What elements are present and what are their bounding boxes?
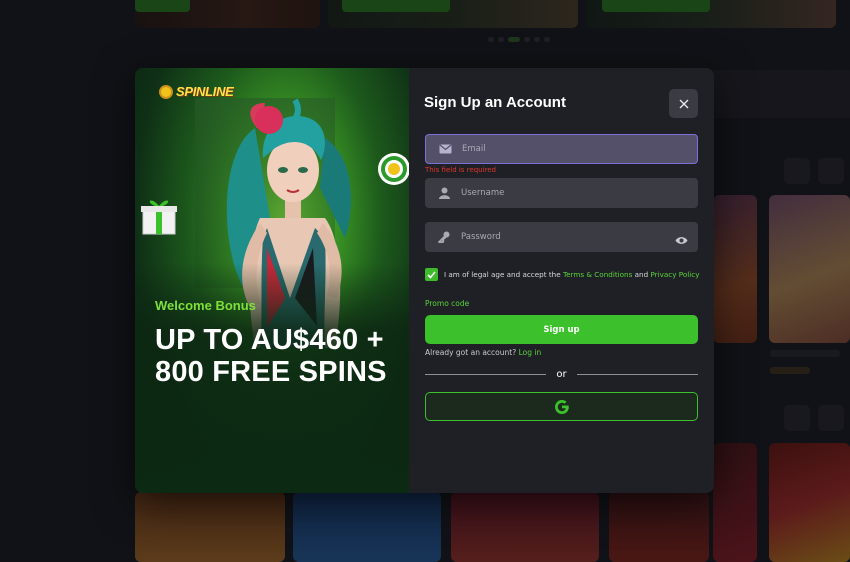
login-prompt: Already got an account? Log in — [425, 348, 542, 357]
close-button[interactable] — [669, 89, 698, 118]
form-title: Sign Up an Account — [424, 94, 566, 111]
login-link[interactable]: Log in — [519, 348, 542, 357]
email-placeholder: Email — [462, 144, 486, 154]
terms-link[interactable]: Terms & Conditions — [563, 270, 632, 279]
promo-code-link[interactable]: Promo code — [425, 299, 469, 308]
show-password-icon[interactable] — [675, 230, 688, 249]
gift-icon — [141, 200, 177, 235]
email-error: This field is required — [425, 166, 497, 174]
key-icon — [437, 230, 451, 244]
legal-consent-row: I am of legal age and accept the Terms &… — [425, 268, 699, 281]
mail-icon — [438, 142, 452, 156]
google-icon — [554, 399, 569, 414]
password-field[interactable]: Password — [425, 222, 698, 252]
email-field[interactable]: Email — [425, 134, 698, 164]
checkmark-icon — [427, 270, 436, 279]
casino-chip-icon — [378, 153, 409, 185]
password-placeholder: Password — [461, 232, 501, 242]
coin-icon — [159, 84, 173, 99]
promo-panel: SPINLINE Welcome Bonus UP TO AU$460 + 80… — [135, 68, 409, 493]
consent-text: I am of legal age and accept the Terms &… — [444, 270, 700, 279]
bonus-headline: UP TO AU$460 + 800 FREE SPINS — [155, 324, 387, 388]
divider: or — [425, 369, 699, 380]
user-icon — [437, 186, 451, 200]
signup-button[interactable]: Sign up — [425, 315, 698, 344]
username-field[interactable]: Username — [425, 178, 698, 208]
privacy-policy-link[interactable]: Privacy Policy — [650, 270, 699, 279]
username-placeholder: Username — [461, 188, 505, 198]
consent-checkbox[interactable] — [425, 268, 438, 281]
google-signin-button[interactable] — [425, 392, 698, 421]
brand-logo: SPINLINE — [159, 84, 234, 99]
divider-text: or — [556, 369, 567, 380]
close-icon — [679, 99, 688, 108]
welcome-bonus-label: Welcome Bonus — [155, 298, 256, 313]
